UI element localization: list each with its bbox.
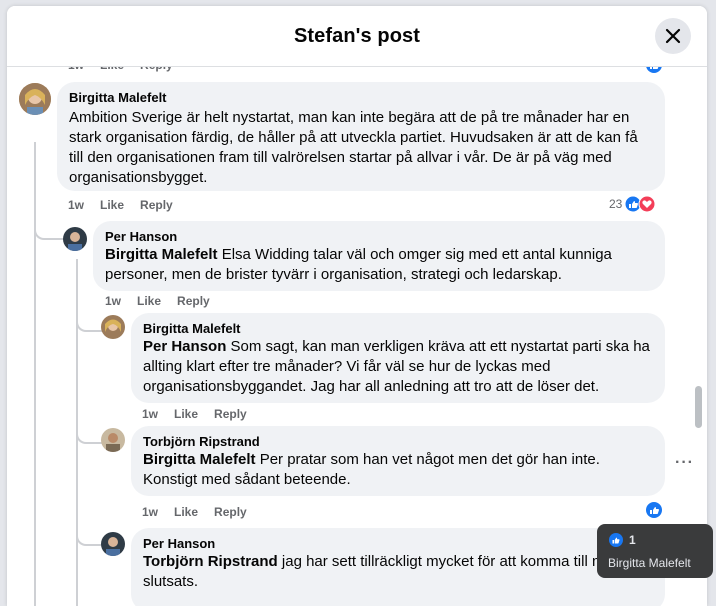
scrollbar-thumb[interactable] <box>695 386 702 428</box>
avatar[interactable] <box>63 227 87 251</box>
comment-text-line: personer, men de brister tyvärr i organi… <box>105 266 562 283</box>
avatar-image <box>63 227 87 251</box>
thread-connector <box>76 316 102 332</box>
comment-text-line: allting klart efter tre månader? Vi får … <box>143 358 551 375</box>
comment-text-line: Torbjörn Ripstrand jag har sett tillräck… <box>143 552 653 572</box>
like-link[interactable]: Like <box>174 407 198 421</box>
mention-link[interactable]: Per Hanson <box>143 338 226 355</box>
comment-text: Elsa Widding talar väl och omger sig med… <box>221 246 612 263</box>
comment-actions: 1w Like Reply <box>142 505 263 519</box>
comment-time[interactable]: 1w <box>142 407 158 421</box>
comment-text: Som sagt, kan man verkligen kräva att et… <box>230 338 650 355</box>
comment-text-line: stark organisation färdig, de håller på … <box>69 129 638 146</box>
tooltip-name: Birgitta Malefelt <box>608 556 691 570</box>
comment-bubble: Torbjörn Ripstrand Birgitta Malefelt Per… <box>131 426 665 496</box>
comment-actions: 1w Like Reply <box>105 294 226 308</box>
comment-bubble: Birgitta Malefelt Ambition Sverige är he… <box>57 82 665 191</box>
comment-text-line: Konstigt med sådant beteende. <box>143 471 351 488</box>
reaction-count: 23 <box>609 197 623 211</box>
comment-text-line: till den organisationen fram till valrör… <box>69 149 612 166</box>
comment-author[interactable]: Birgitta Malefelt <box>69 90 653 106</box>
comment-text-line: Per Hanson Som sagt, kan man verkligen k… <box>143 337 653 357</box>
like-reaction-icon[interactable] <box>645 501 663 519</box>
comment-text-line: organisationsbygget. <box>69 169 208 186</box>
tooltip-reaction-row: 1 <box>609 533 636 547</box>
like-link[interactable]: Like <box>174 505 198 519</box>
avatar[interactable] <box>19 83 51 115</box>
thread-connector <box>76 428 102 444</box>
comment-bubble: Per Hanson Birgitta Malefelt Elsa Widdin… <box>93 221 665 291</box>
avatar[interactable] <box>101 532 125 556</box>
tooltip-count: 1 <box>629 533 636 547</box>
avatar-image <box>101 428 125 452</box>
comment-text: Per pratar som han vet något men det gör… <box>259 451 600 468</box>
comment-author[interactable]: Torbjörn Ripstrand <box>143 434 653 450</box>
mention-link[interactable]: Birgitta Malefelt <box>143 451 256 468</box>
comment-text-line: Ambition Sverige är helt nystartat, man … <box>69 109 630 126</box>
comment-text-line: slutsats. <box>143 573 199 590</box>
avatar[interactable] <box>101 428 125 452</box>
like-link[interactable]: Like <box>137 294 161 308</box>
reaction-summary[interactable]: 23 <box>609 195 656 213</box>
mention-link[interactable]: Birgitta Malefelt <box>105 246 218 263</box>
love-reaction-icon <box>638 195 656 213</box>
dialog-header: Stefan's post <box>7 6 707 67</box>
thread-connector <box>34 224 64 240</box>
reply-link[interactable]: Reply <box>140 198 173 212</box>
reply-link[interactable]: Reply <box>177 294 210 308</box>
like-link[interactable]: Like <box>100 198 124 212</box>
comment-time[interactable]: 1w <box>68 198 84 212</box>
post-dialog: Stefan's post 1w Like Reply Birgitta Mal… <box>7 6 707 606</box>
comment-text-line: Birgitta Malefelt Per pratar som han vet… <box>143 450 653 470</box>
more-options-icon: ··· <box>675 454 694 471</box>
thread-line <box>34 142 37 606</box>
comment-actions: 1w Like Reply <box>68 198 189 212</box>
comment-time[interactable]: 1w <box>105 294 121 308</box>
avatar-image <box>101 315 125 339</box>
more-options-button[interactable]: ··· <box>675 454 694 472</box>
avatar[interactable] <box>101 315 125 339</box>
comment-author[interactable]: Per Hanson <box>105 229 653 245</box>
comment-author[interactable]: Birgitta Malefelt <box>143 321 653 337</box>
reply-link[interactable]: Reply <box>214 407 247 421</box>
comment-actions: 1w Like Reply <box>142 407 263 421</box>
comment-bubble: Birgitta Malefelt Per Hanson Som sagt, k… <box>131 313 665 403</box>
comment-text-line: Birgitta Malefelt Elsa Widding talar väl… <box>105 245 653 265</box>
mention-link[interactable]: Torbjörn Ripstrand <box>143 553 278 570</box>
comment-text: jag har sett tillräckligt mycket för att… <box>281 553 608 570</box>
thread-connector <box>76 530 102 546</box>
comment-time[interactable]: 1w <box>142 505 158 519</box>
avatar-image <box>101 532 125 556</box>
dialog-title: Stefan's post <box>293 24 421 47</box>
comment-author[interactable]: Per Hanson <box>143 536 653 552</box>
close-icon <box>665 28 681 44</box>
close-button[interactable] <box>655 18 691 54</box>
like-reaction-icon <box>609 533 623 547</box>
reply-link[interactable]: Reply <box>214 505 247 519</box>
avatar-image <box>19 83 51 115</box>
comment-text-line: organisationsbyggandet. Jag har all anle… <box>143 378 600 395</box>
comment-bubble: Per Hanson Torbjörn Ripstrand jag har se… <box>131 528 665 606</box>
reaction-tooltip: 1 Birgitta Malefelt <box>597 524 713 578</box>
